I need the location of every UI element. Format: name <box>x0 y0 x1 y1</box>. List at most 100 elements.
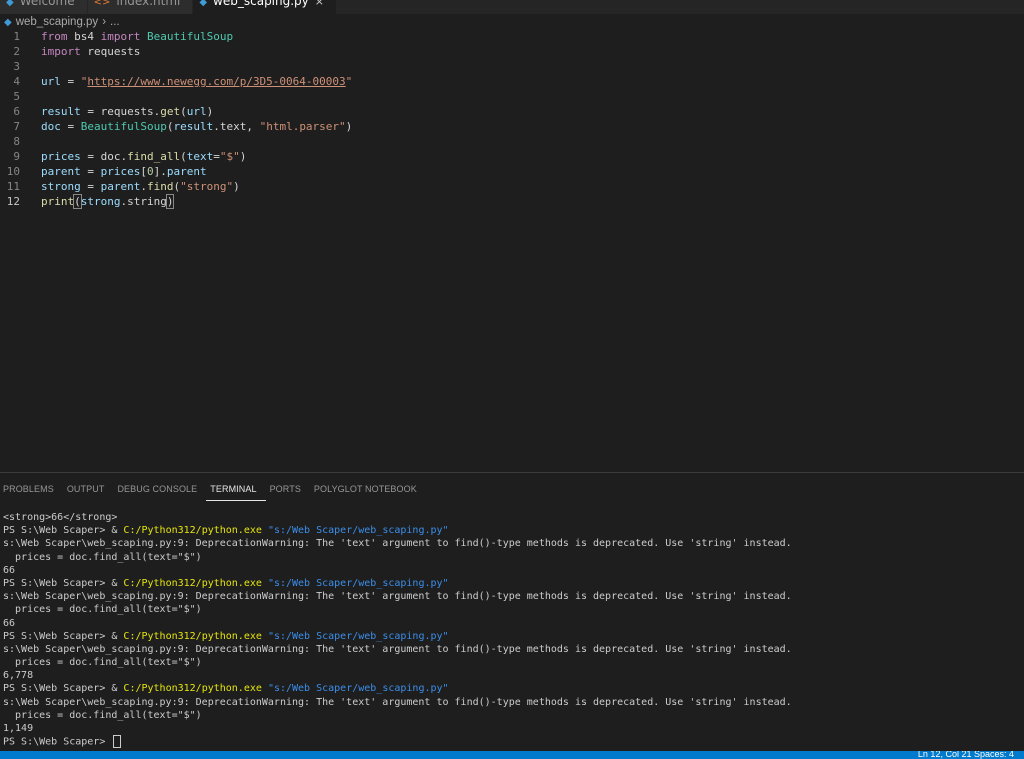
code-line[interactable]: 5 <box>0 89 1024 104</box>
panel-tab-ports[interactable]: PORTS <box>266 480 310 500</box>
terminal-token: C:/Python312/python.exe <box>123 577 262 589</box>
line-number: 10 <box>6 165 20 178</box>
code-token: find <box>147 180 174 193</box>
code-token: print <box>41 195 75 208</box>
tab-welcome[interactable]: ◆ Welcome <box>0 0 88 14</box>
code-text: result = requests.get(url) <box>41 104 213 119</box>
code-token: get <box>160 105 181 118</box>
code-token: parent <box>100 180 141 193</box>
code-token: = doc. <box>80 150 128 163</box>
code-line[interactable]: 10 parent = prices[0].parent <box>0 164 1024 179</box>
tab-label: web_scaping.py <box>213 0 309 8</box>
code-token: parent <box>166 165 207 178</box>
tab-index-html[interactable]: <> index.html <box>87 0 194 14</box>
code-line[interactable]: 6 result = requests.get(url) <box>0 104 1024 119</box>
terminal-command: PS S:\Web Scaper> & C:/Python312/python.… <box>3 630 1021 643</box>
terminal-warning-code: prices = doc.find_all(text="$") <box>3 604 202 616</box>
code-token: "html.parser" <box>259 120 346 133</box>
code-text: parent = prices[0].parent <box>41 164 207 179</box>
terminal-warning: s:\Web Scaper\web_scaping.py:9: Deprecat… <box>3 696 792 708</box>
code-token: https://www.newegg.com/p/3D5-0064-00003 <box>87 75 346 88</box>
terminal-prompt[interactable]: PS S:\Web Scaper> <box>3 735 1021 749</box>
code-editor[interactable]: 1 from bs4 import BeautifulSoup 2 import re… <box>0 29 1024 470</box>
terminal-token: PS S:\Web Scaper> <box>3 525 112 537</box>
code-token: " <box>345 75 353 88</box>
code-line[interactable]: 9 prices = doc.find_all(text="$") <box>0 149 1024 164</box>
code-token: .text, <box>213 120 260 133</box>
panel-tab-output[interactable]: OUTPUT <box>63 480 114 500</box>
code-token: prices <box>41 150 81 163</box>
terminal-result: 6,778 <box>3 670 34 682</box>
code-line[interactable]: 11 strong = parent.find("strong") <box>0 179 1024 194</box>
code-token: import <box>100 30 141 43</box>
panel-tab-terminal[interactable]: TERMINAL <box>206 480 266 501</box>
panel-tab-debug-console[interactable]: DEBUG CONSOLE <box>113 480 206 500</box>
vscode-icon: ◆ <box>6 0 14 8</box>
status-text[interactable]: Ln 12, Col 21 Spaces: 4 <box>918 751 1014 759</box>
terminal-output[interactable]: <strong>66</strong> PS S:\Web Scaper> & … <box>3 511 1021 749</box>
code-text: from bs4 import BeautifulSoup <box>41 29 233 44</box>
terminal-token: & <box>111 525 124 537</box>
code-text: import requests <box>41 44 140 59</box>
code-line[interactable]: 3 <box>0 59 1024 74</box>
code-text: prices = doc.find_all(text="$") <box>41 149 246 164</box>
terminal-command: PS S:\Web Scaper> & C:/Python312/python.… <box>3 524 1021 537</box>
code-token: = requests. <box>80 105 161 118</box>
code-token: [ <box>140 165 147 178</box>
code-token: ) <box>233 180 240 193</box>
code-token: . <box>140 180 147 193</box>
code-token: import <box>41 45 81 58</box>
code-line[interactable]: 2 import requests <box>0 44 1024 59</box>
code-token: ) <box>239 150 247 163</box>
code-text: strong = parent.find("strong") <box>41 179 240 194</box>
terminal-token: "s:/Web Scaper/web_scaping.py" <box>267 577 449 589</box>
code-token: ( <box>180 150 187 163</box>
code-token: strong <box>41 180 81 193</box>
code-line[interactable]: 1 from bs4 import BeautifulSoup <box>0 29 1024 44</box>
code-token: = <box>60 75 81 88</box>
terminal-line: <strong>66</strong> <box>3 512 118 523</box>
line-number: 12 <box>6 195 20 208</box>
terminal-token: "s:/Web Scaper/web_scaping.py" <box>267 630 449 642</box>
code-token: url <box>41 75 61 88</box>
code-text: doc = BeautifulSoup(result.text, "html.p… <box>41 119 352 134</box>
code-token: bs4 <box>67 30 101 43</box>
chevron-right-icon: › <box>102 16 107 28</box>
code-token: find_all <box>127 150 181 163</box>
panel-tabs: PROBLEMS OUTPUT DEBUG CONSOLE TERMINAL PORTS… <box>0 480 426 501</box>
code-token: prices <box>100 165 141 178</box>
code-token: strong <box>80 195 121 208</box>
line-number: 1 <box>13 30 20 43</box>
close-icon[interactable]: × <box>315 0 324 8</box>
code-line[interactable]: 7 doc = BeautifulSoup(result.text, "html.… <box>0 119 1024 134</box>
breadcrumb-more[interactable]: ... <box>110 16 120 28</box>
tab-label: index.html <box>116 0 181 8</box>
code-token: doc <box>41 120 61 133</box>
tab-web-scaping-py[interactable]: ◆ web_scaping.py × <box>193 0 337 14</box>
panel-tab-problems[interactable]: PROBLEMS <box>0 480 63 500</box>
terminal-warning: s:\Web Scaper\web_scaping.py:9: Deprecat… <box>3 538 792 550</box>
terminal-command: PS S:\Web Scaper> & C:/Python312/python.… <box>3 682 1021 695</box>
line-number: 6 <box>13 105 20 118</box>
code-line[interactable]: 8 <box>0 134 1024 149</box>
breadcrumb-file[interactable]: web_scaping.py <box>16 16 98 28</box>
code-token: BeautifulSoup <box>80 120 167 133</box>
code-token: ) <box>345 120 353 133</box>
terminal-warning: s:\Web Scaper\web_scaping.py:9: Deprecat… <box>3 591 792 603</box>
terminal-token: "s:/Web Scaper/web_scaping.py" <box>267 683 449 695</box>
terminal-token: PS S:\Web Scaper> <box>3 683 112 695</box>
code-line[interactable]: 4 url = "https://www.newegg.com/p/3D5-006… <box>0 74 1024 89</box>
code-token: parent <box>41 165 81 178</box>
terminal-warning: s:\Web Scaper\web_scaping.py:9: Deprecat… <box>3 643 792 655</box>
code-text: print(strong.string) <box>41 194 175 209</box>
code-token: = <box>80 180 101 193</box>
code-token: = <box>213 150 220 163</box>
tab-label: Welcome <box>19 0 75 8</box>
code-line[interactable]: 12 print(strong.string) <box>0 194 1024 209</box>
terminal-command: PS S:\Web Scaper> & C:/Python312/python.… <box>3 577 1021 590</box>
code-token: result <box>41 105 81 118</box>
panel-tab-polyglot-notebook[interactable]: POLYGLOT NOTEBOOK <box>310 480 426 500</box>
breadcrumb: ◆ web_scaping.py › ... <box>0 14 1024 30</box>
terminal-token: C:/Python312/python.exe <box>123 630 262 642</box>
